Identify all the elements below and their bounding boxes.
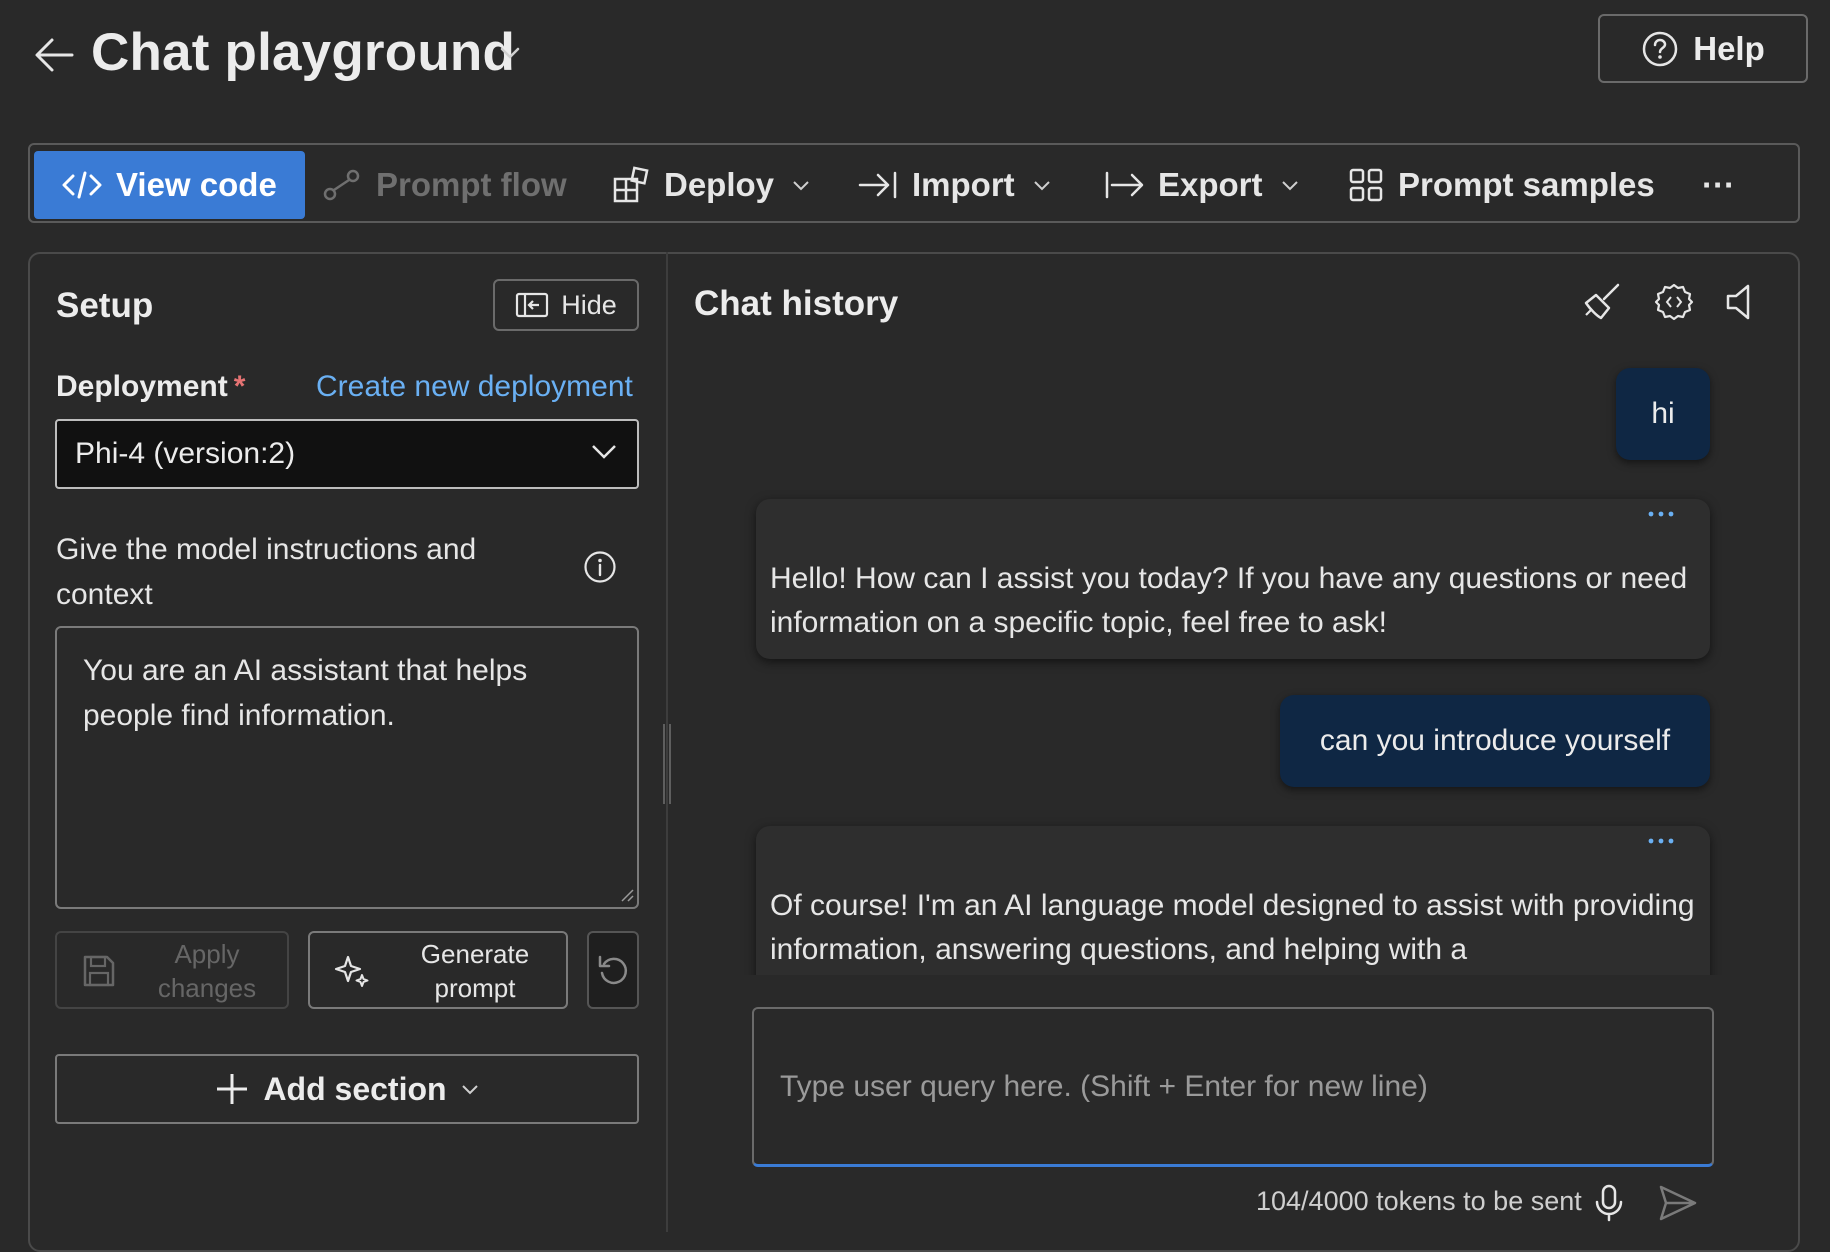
- hide-setup-button[interactable]: Hide: [493, 279, 639, 331]
- apply-changes-button[interactable]: Apply changes: [55, 931, 289, 1009]
- view-code-button[interactable]: View code: [34, 151, 305, 219]
- assistant-message: Hello! How can I assist you today? If yo…: [756, 499, 1710, 659]
- broom-icon: [1584, 283, 1620, 320]
- export-button[interactable]: Export: [1104, 151, 1299, 219]
- help-label: Help: [1693, 29, 1765, 67]
- help-button[interactable]: Help: [1598, 14, 1808, 83]
- import-label: Import: [912, 166, 1015, 203]
- gear-icon: [1654, 283, 1694, 321]
- view-code-label: View code: [116, 166, 277, 203]
- export-label: Export: [1158, 166, 1263, 203]
- pane-resize-handle[interactable]: [661, 724, 673, 804]
- export-icon: [1105, 171, 1144, 199]
- chat-settings-button[interactable]: [1654, 282, 1694, 322]
- title-dropdown-button[interactable]: [500, 46, 520, 60]
- deployment-label: Deployment *: [56, 370, 245, 404]
- send-icon: [1659, 1185, 1697, 1221]
- deploy-icon: [613, 166, 649, 203]
- back-button[interactable]: [32, 36, 76, 74]
- arrow-left-icon: [35, 38, 74, 72]
- grid-icon: [1349, 168, 1383, 202]
- import-icon: [858, 171, 897, 199]
- speaker-icon: [1726, 284, 1750, 320]
- flow-icon: [323, 169, 360, 201]
- message-more-button[interactable]: [1648, 511, 1674, 517]
- setup-title: Setup: [56, 286, 154, 325]
- assistant-message-text: Hello! How can I assist you today? If yo…: [770, 562, 1688, 639]
- chat-messages: hi Hello! How can I assist you today? If…: [680, 350, 1790, 975]
- user-message-text: hi: [1651, 397, 1675, 430]
- page-title: Chat playground: [91, 23, 516, 82]
- more-icon: [1648, 511, 1674, 517]
- speaker-button[interactable]: [1724, 282, 1758, 322]
- add-section-button[interactable]: Add section: [55, 1054, 639, 1124]
- query-box: [752, 1007, 1714, 1167]
- assistant-message-text: Of course! I'm an AI language model desi…: [770, 889, 1695, 966]
- user-query-input[interactable]: [754, 1009, 1712, 1164]
- deploy-button[interactable]: Deploy: [612, 151, 810, 219]
- generate-prompt-label: Generate prompt: [420, 939, 530, 1003]
- chevron-down-icon: [500, 47, 520, 59]
- deployment-value: Phi-4 (version:2): [75, 437, 296, 470]
- hide-label: Hide: [561, 289, 617, 320]
- microphone-button[interactable]: [1594, 1184, 1624, 1222]
- sparkle-icon: [334, 955, 369, 987]
- save-icon: [83, 955, 115, 987]
- deploy-label: Deploy: [664, 166, 775, 203]
- panel-collapse-icon: [516, 292, 549, 318]
- more-options-button[interactable]: ···: [1702, 151, 1735, 219]
- prompt-samples-button[interactable]: Prompt samples: [1348, 151, 1655, 219]
- chevron-down-icon: [1281, 181, 1298, 191]
- token-count: 104/4000 tokens to be sent: [1256, 1186, 1582, 1216]
- more-icon: [1648, 838, 1674, 844]
- message-more-button[interactable]: [1648, 838, 1674, 844]
- chevron-down-icon: [1033, 181, 1050, 191]
- undo-icon: [598, 955, 628, 985]
- system-message-textarea[interactable]: You are an AI assistant that helps peopl…: [55, 626, 639, 909]
- deployment-label-text: Deployment: [56, 370, 228, 403]
- instructions-label: Give the model instructions and context: [56, 533, 477, 611]
- user-message: can you introduce yourself: [1280, 695, 1710, 787]
- chevron-down-icon: [461, 1085, 478, 1095]
- command-toolbar: View code Prompt flow Deploy Import Expo…: [28, 143, 1800, 223]
- add-section-label: Add section: [263, 1070, 447, 1107]
- assistant-message: Of course! I'm an AI language model desi…: [756, 826, 1710, 975]
- clear-chat-button[interactable]: [1582, 282, 1622, 322]
- chat-history-title: Chat history: [694, 284, 899, 323]
- prompt-flow-button[interactable]: Prompt flow: [322, 151, 567, 219]
- prompt-samples-label: Prompt samples: [1398, 166, 1655, 203]
- create-deployment-link[interactable]: Create new deployment: [316, 370, 633, 404]
- prompt-flow-label: Prompt flow: [376, 166, 567, 203]
- apply-changes-label: Apply changes: [157, 939, 257, 1003]
- textarea-resize-icon[interactable]: [620, 888, 634, 902]
- page-header: Chat playground Help: [0, 0, 1830, 120]
- plus-icon: [217, 1074, 248, 1104]
- send-button[interactable]: [1658, 1184, 1698, 1222]
- chevron-down-icon: [793, 181, 809, 191]
- user-message-text: can you introduce yourself: [1319, 724, 1671, 757]
- more-icon: ···: [1702, 166, 1735, 203]
- microphone-icon: [1595, 1184, 1623, 1222]
- generate-prompt-button[interactable]: Generate prompt: [308, 931, 568, 1009]
- info-icon[interactable]: [583, 550, 617, 584]
- reset-button[interactable]: [587, 931, 639, 1009]
- chevron-down-icon: [592, 445, 616, 459]
- code-icon: [62, 171, 102, 199]
- user-message: hi: [1616, 368, 1710, 460]
- import-button[interactable]: Import: [858, 151, 1051, 219]
- question-circle-icon: [1642, 31, 1678, 66]
- required-mark: *: [233, 370, 246, 403]
- deployment-select[interactable]: Phi-4 (version:2): [55, 419, 639, 489]
